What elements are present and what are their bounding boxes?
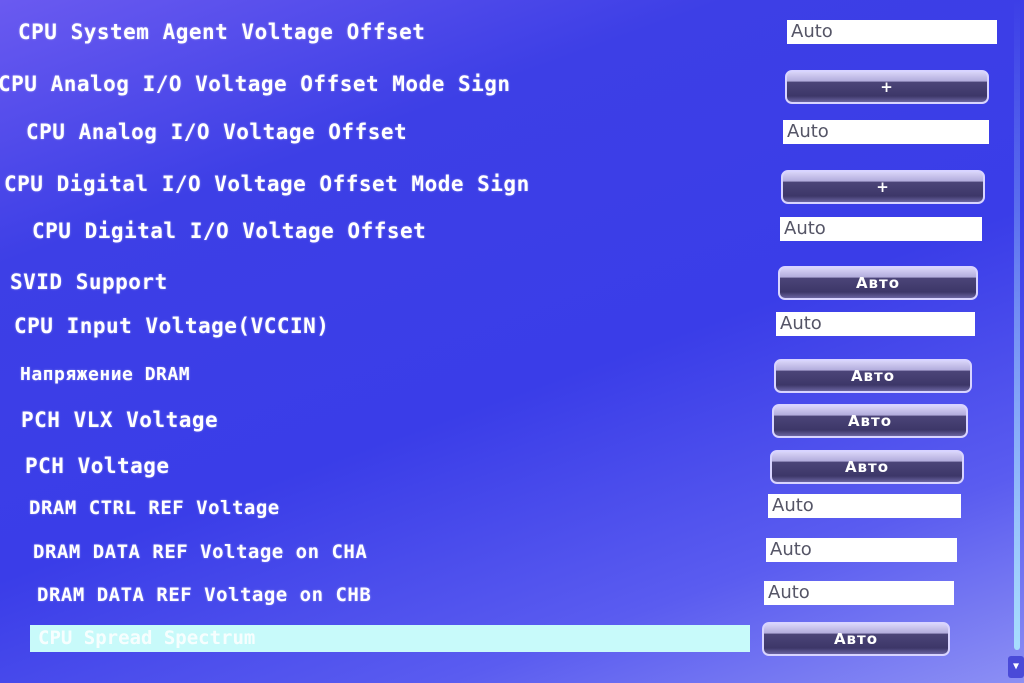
setting-label: CPU Input Voltage(VCCIN) — [14, 314, 330, 338]
dram-data-ref-cha-field[interactable]: Auto — [766, 538, 957, 562]
voltage-offset-field[interactable]: Auto — [780, 217, 982, 241]
setting-label: CPU Analog I/O Voltage Offset Mode Sign — [0, 72, 511, 96]
setting-row-pch-vlx-voltage[interactable]: PCH VLX Voltage Авто — [0, 404, 1024, 444]
setting-label: CPU Analog I/O Voltage Offset — [26, 120, 408, 144]
setting-label: DRAM DATA REF Voltage on CHB — [37, 584, 372, 606]
setting-row-cpu-analog-io-offset-mode-sign[interactable]: CPU Analog I/O Voltage Offset Mode Sign … — [0, 70, 1024, 110]
setting-row-cpu-system-agent-voltage-offset[interactable]: CPU System Agent Voltage Offset Auto — [0, 18, 1024, 58]
setting-label: SVID Support — [10, 270, 168, 294]
vccin-field[interactable]: Auto — [776, 312, 975, 336]
voltage-offset-field[interactable]: Auto — [787, 20, 997, 44]
setting-row-svid-support[interactable]: SVID Support Авто — [0, 266, 1024, 306]
mode-sign-button[interactable]: + — [785, 70, 989, 104]
setting-row-pch-voltage[interactable]: PCH Voltage Авто — [0, 450, 1024, 490]
setting-label: Напряжение DRAM — [20, 364, 191, 385]
setting-row-dram-data-ref-cha[interactable]: DRAM DATA REF Voltage on CHA Auto — [0, 538, 1024, 578]
setting-row-dram-data-ref-chb[interactable]: DRAM DATA REF Voltage on CHB Auto — [0, 581, 1024, 621]
setting-label: PCH VLX Voltage — [21, 408, 219, 432]
setting-label: DRAM DATA REF Voltage on CHA — [33, 541, 368, 563]
dram-data-ref-chb-field[interactable]: Auto — [764, 581, 954, 605]
setting-label: CPU System Agent Voltage Offset — [18, 20, 426, 44]
scrollbar[interactable] — [1014, 0, 1020, 650]
pch-vlx-voltage-button[interactable]: Авто — [772, 404, 968, 438]
arrow-down-icon[interactable]: ▼ — [1008, 656, 1024, 678]
setting-row-cpu-input-voltage[interactable]: CPU Input Voltage(VCCIN) Auto — [0, 312, 1024, 352]
setting-row-cpu-analog-io-voltage-offset[interactable]: CPU Analog I/O Voltage Offset Auto — [0, 118, 1024, 158]
voltage-offset-field[interactable]: Auto — [783, 120, 989, 144]
pch-voltage-button[interactable]: Авто — [770, 450, 964, 484]
setting-label: PCH Voltage — [25, 454, 170, 478]
selected-row-highlight[interactable]: CPU Spread Spectrum — [30, 625, 750, 652]
setting-label: CPU Digital I/O Voltage Offset Mode Sign — [4, 172, 530, 196]
svid-support-button[interactable]: Авто — [778, 266, 978, 300]
setting-row-cpu-digital-io-offset-mode-sign[interactable]: CPU Digital I/O Voltage Offset Mode Sign… — [0, 170, 1024, 210]
setting-label: CPU Spread Spectrum — [38, 627, 256, 649]
setting-row-dram-voltage[interactable]: Напряжение DRAM Авто — [0, 359, 1024, 399]
dram-ctrl-ref-field[interactable]: Auto — [768, 494, 961, 518]
setting-row-dram-ctrl-ref-voltage[interactable]: DRAM CTRL REF Voltage Auto — [0, 494, 1024, 534]
mode-sign-button[interactable]: + — [781, 170, 985, 204]
setting-row-cpu-digital-io-voltage-offset[interactable]: CPU Digital I/O Voltage Offset Auto — [0, 217, 1024, 257]
setting-label: DRAM CTRL REF Voltage — [29, 497, 280, 519]
dram-voltage-button[interactable]: Авто — [774, 359, 972, 393]
setting-label: CPU Digital I/O Voltage Offset — [32, 219, 427, 243]
cpu-spread-spectrum-button[interactable]: Авто — [762, 622, 950, 656]
